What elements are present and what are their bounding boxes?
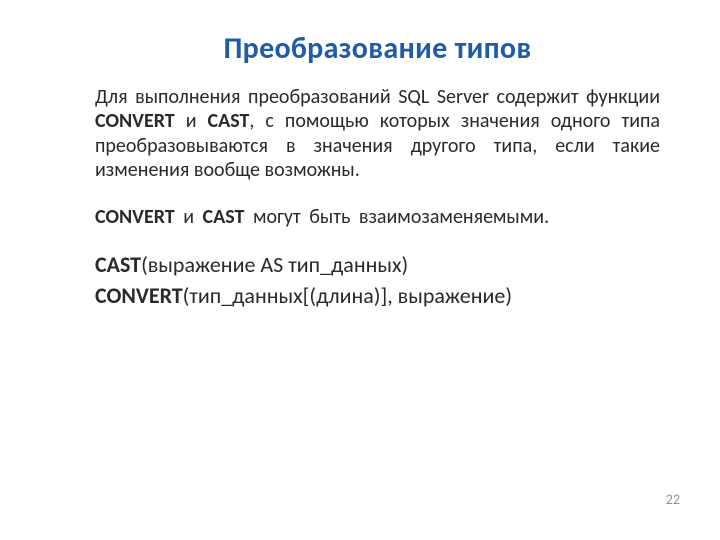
paragraph-1: Для выполнения преобразований SQL Server… — [95, 85, 660, 183]
p1-text-2: и — [175, 109, 208, 133]
syntax-cast-keyword: CAST — [95, 251, 141, 278]
syntax-convert: CONVERT(тип_данных[(длина)], выражение) — [95, 282, 660, 310]
p2-cast: CAST — [203, 205, 245, 229]
paragraph-2: CONVERT и CAST могут быть взаимозаменяем… — [95, 205, 660, 229]
p1-text-1: Для выполнения преобразований SQL Server… — [95, 85, 660, 109]
p1-cast: CAST — [208, 109, 250, 133]
syntax-cast: CAST(выражение AS тип_данных) — [95, 251, 660, 279]
p2-text-1: и — [175, 205, 203, 229]
p1-convert: CONVERT — [95, 109, 175, 133]
syntax-cast-args: (выражение AS тип_данных) — [141, 251, 408, 278]
slide-title: Преобразование типов — [95, 30, 660, 67]
p2-text-2: могут быть взаимозаменяемыми. — [244, 205, 549, 229]
syntax-convert-args: (тип_данных[(длина)], выражение) — [183, 282, 512, 309]
page-number: 22 — [666, 491, 680, 508]
slide-content: Преобразование типов Для выполнения прео… — [0, 0, 720, 344]
syntax-convert-keyword: CONVERT — [95, 282, 183, 309]
p2-convert: CONVERT — [95, 205, 175, 229]
